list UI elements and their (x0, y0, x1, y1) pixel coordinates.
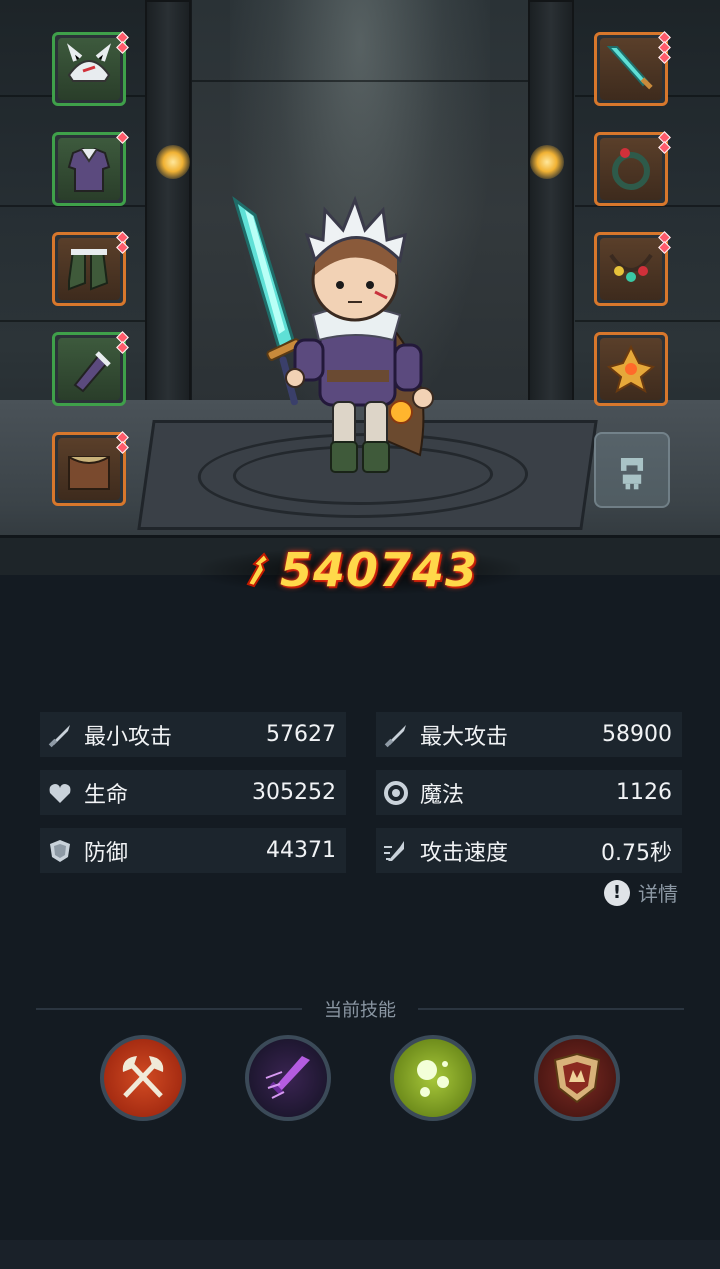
stat-value: 1126 (616, 780, 672, 805)
stat-value: 44371 (266, 838, 336, 863)
equip-slot-sword[interactable] (594, 31, 671, 106)
dagger-icon (265, 1056, 310, 1099)
stat-label: 最大攻击 (420, 724, 509, 750)
stat-value: 58900 (602, 722, 672, 747)
hero-character[interactable] (215, 180, 455, 480)
stat-label: 最小攻击 (84, 724, 173, 750)
skill-poison[interactable] (390, 1035, 476, 1121)
heart-icon (46, 779, 74, 807)
sword-icon (382, 721, 410, 749)
armor-stand-icon (620, 458, 644, 490)
equip-slot-amulet[interactable] (594, 332, 668, 406)
stats-grid: 最小攻击 57627 最大攻击 58900 生命 305252 魔法 1126 … (40, 712, 682, 873)
stat-value: 305252 (252, 780, 336, 805)
speed-icon (382, 837, 410, 865)
stat-label: 生命 (84, 782, 129, 808)
brick-line (192, 80, 528, 82)
stat-mana: 魔法 1126 (376, 770, 682, 815)
stat-max-attack: 最大攻击 58900 (376, 712, 682, 757)
belt-icon (68, 456, 110, 490)
torch-icon (530, 145, 564, 179)
boots-icon (68, 249, 109, 291)
skill-shield[interactable] (534, 1035, 620, 1121)
equip-slot-boots[interactable] (52, 231, 129, 306)
left-pillar (145, 0, 191, 420)
details-label: 详情 (638, 882, 678, 906)
gloves-icon (73, 351, 111, 393)
stat-label: 魔法 (420, 782, 465, 808)
brick-line (575, 320, 720, 322)
torch-icon (156, 145, 190, 179)
skill-dagger[interactable] (245, 1035, 331, 1121)
stat-value: 0.75秒 (601, 840, 672, 866)
stat-hp: 生命 305252 (40, 770, 346, 815)
equip-slot-necklace[interactable] (594, 231, 671, 306)
right-pillar (528, 0, 574, 420)
crossed-axes-icon (122, 1056, 164, 1098)
divider (36, 1008, 302, 1010)
ring-icon (612, 148, 650, 190)
magic-icon (382, 779, 410, 807)
sword-icon (606, 46, 653, 90)
helmet-icon (66, 43, 112, 82)
appearance-button[interactable] (594, 432, 670, 508)
stat-label: 防御 (84, 840, 129, 866)
power-display: 540743 (0, 540, 720, 600)
skill-axes[interactable] (100, 1035, 186, 1121)
amulet-icon (606, 344, 656, 394)
crest-shield-icon (553, 1052, 601, 1104)
skills-title: 当前技能 (324, 1000, 396, 1021)
info-icon: ! (604, 879, 630, 906)
equip-slot-gloves[interactable] (52, 331, 129, 406)
stat-label: 攻击速度 (420, 840, 509, 866)
skills-row (100, 1035, 620, 1123)
power-icon (246, 552, 270, 588)
divider (418, 1008, 684, 1010)
equip-slot-belt[interactable] (52, 431, 129, 506)
stat-attack-speed: 攻击速度 0.75秒 (376, 828, 682, 873)
stat-min-attack: 最小攻击 57627 (40, 712, 346, 757)
bubbles-icon (417, 1060, 449, 1097)
armor-icon (67, 147, 111, 192)
equip-slot-armor[interactable] (52, 131, 129, 206)
equip-slot-helmet[interactable] (52, 31, 129, 106)
brick-line (0, 320, 145, 322)
stat-defense: 防御 44371 (40, 828, 346, 873)
details-link[interactable]: ! 详情 (604, 878, 678, 907)
bottom-bar (0, 1240, 720, 1269)
sword-icon (46, 721, 74, 749)
equip-slot-ring[interactable] (594, 131, 671, 206)
necklace-icon (609, 253, 653, 282)
shield-icon (46, 837, 74, 865)
stat-value: 57627 (266, 722, 336, 747)
power-value: 540743 (279, 543, 479, 597)
skills-header: 当前技能 (36, 995, 684, 1023)
